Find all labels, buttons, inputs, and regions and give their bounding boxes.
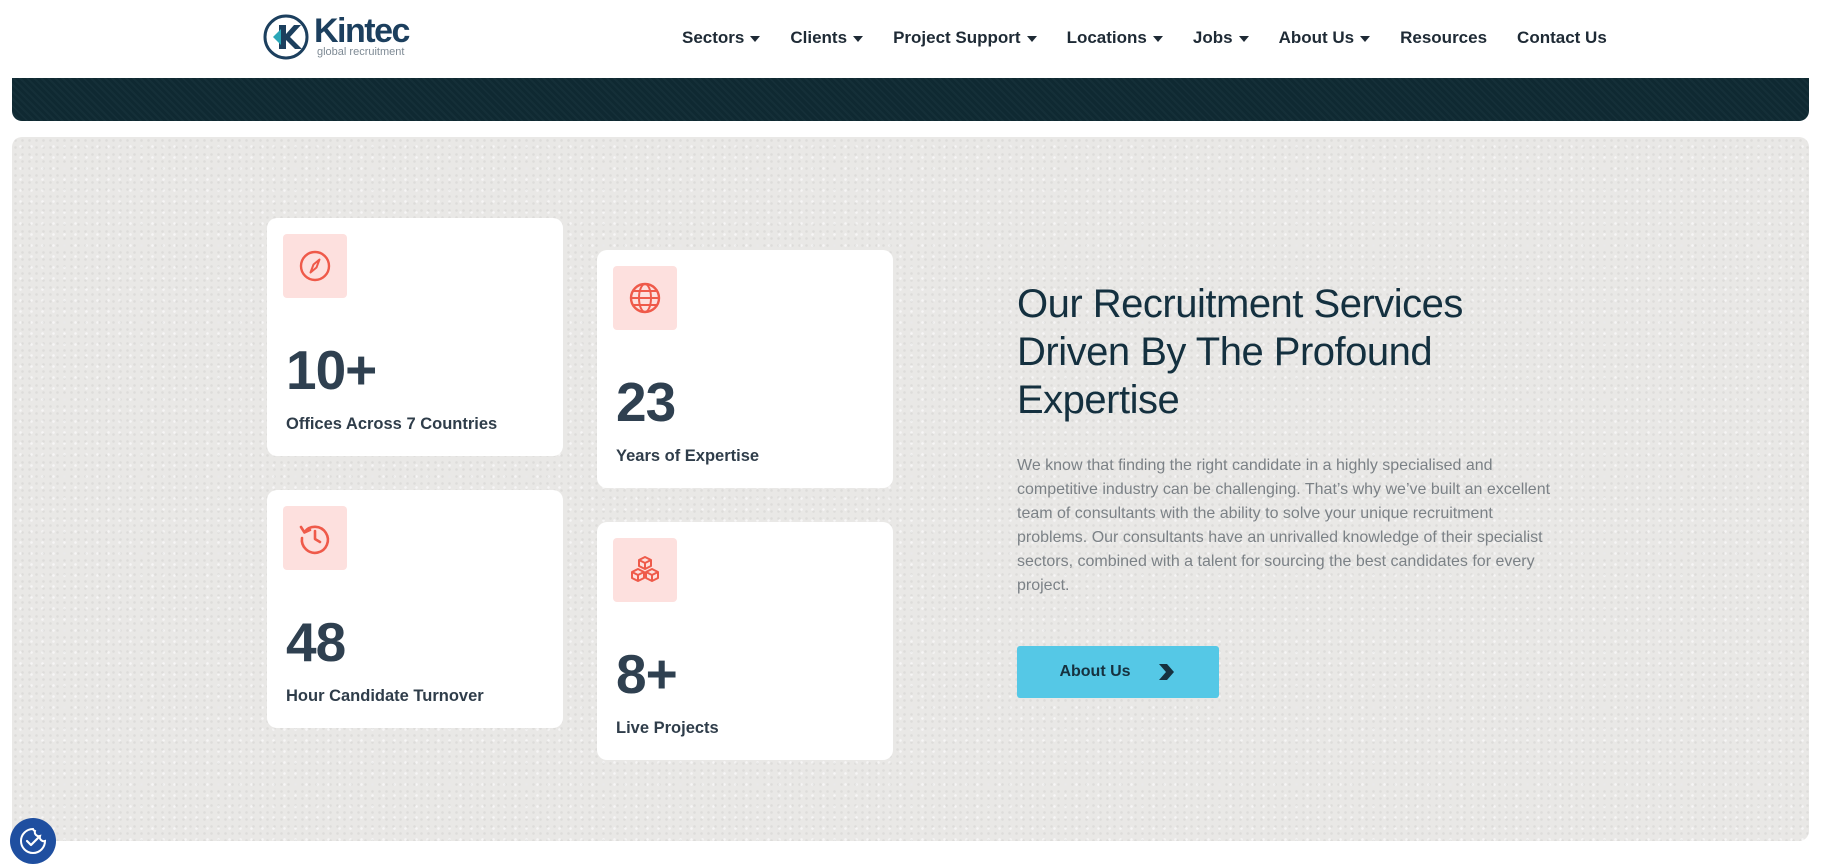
kintec-logo-icon <box>263 14 309 60</box>
chevron-down-icon <box>1026 36 1037 42</box>
stat-icon-box <box>613 538 677 602</box>
stat-icon-box <box>283 234 347 298</box>
nav-item-label: Jobs <box>1192 28 1233 47</box>
nav-item-about-us[interactable]: About Us <box>1279 28 1371 48</box>
chevron-down-icon <box>853 36 864 42</box>
nav-item-project-support[interactable]: Project Support <box>893 28 1037 48</box>
logo[interactable]: Kintec global recruitment <box>262 12 422 62</box>
nav-item-label: Contact Us <box>1517 28 1607 47</box>
stat-card-years: 23 Years of Expertise <box>597 250 893 488</box>
globe-icon <box>629 282 661 314</box>
nav-item-label: Resources <box>1400 28 1488 47</box>
nav-item-locations[interactable]: Locations <box>1067 28 1163 48</box>
cookie-consent-button[interactable] <box>10 818 56 864</box>
arrow-right-icon <box>1158 664 1174 680</box>
stat-card-projects: 8+ Live Projects <box>597 522 893 760</box>
stat-label: Offices Across 7 Countries <box>286 415 498 433</box>
nav-item-contact-us[interactable]: Contact Us <box>1517 28 1607 48</box>
section-body: We know that finding the right candidate… <box>1017 457 1551 594</box>
chevron-down-icon <box>1152 36 1163 42</box>
stat-card-turnover: 48 Hour Candidate Turnover <box>267 490 563 728</box>
cookie-consent-icon <box>20 827 47 854</box>
nav-item-jobs[interactable]: Jobs <box>1193 28 1249 48</box>
logo-tagline: global recruitment <box>317 46 405 58</box>
stats-section: 10+ Offices Across 7 Countries 23 Years … <box>12 137 1809 841</box>
history-clock-icon <box>299 525 330 555</box>
about-us-button[interactable]: About Us <box>1017 646 1219 698</box>
nav-item-label: Locations <box>1066 28 1147 47</box>
nav-item-label: Sectors <box>682 28 745 47</box>
stat-value: 23 <box>616 371 676 433</box>
chevron-down-icon <box>750 36 761 42</box>
nav-item-sectors[interactable]: Sectors <box>682 28 761 48</box>
nav-item-label: Clients <box>790 28 848 47</box>
stat-value: 10+ <box>286 339 377 401</box>
stat-icon-box <box>283 506 347 570</box>
stat-card-offices: 10+ Offices Across 7 Countries <box>267 218 563 456</box>
nav-item-label: Project Support <box>893 28 1021 47</box>
stat-label: Hour Candidate Turnover <box>286 687 484 705</box>
compass-icon <box>299 250 331 282</box>
nav-item-label: About Us <box>1278 28 1355 47</box>
nav-item-clients[interactable]: Clients <box>790 28 864 48</box>
nav-item-resources[interactable]: Resources <box>1400 28 1487 48</box>
chevron-down-icon <box>1360 36 1371 42</box>
stat-value: 8+ <box>616 643 678 705</box>
site-header: Kintec global recruitment Sectors Client… <box>0 0 1823 78</box>
chevron-down-icon <box>1238 36 1249 42</box>
stat-label: Years of Expertise <box>616 447 760 465</box>
section-headline: Our Recruitment Services Driven By The P… <box>1017 282 1463 422</box>
main-nav: Sectors Clients Project Support Location… <box>682 24 1607 52</box>
stat-value: 48 <box>286 611 346 673</box>
stat-icon-box <box>613 266 677 330</box>
cubes-icon <box>631 556 659 582</box>
about-us-button-label: About Us <box>1059 663 1131 680</box>
logo-name: Kintec <box>314 12 410 50</box>
stat-label: Live Projects <box>616 719 719 737</box>
